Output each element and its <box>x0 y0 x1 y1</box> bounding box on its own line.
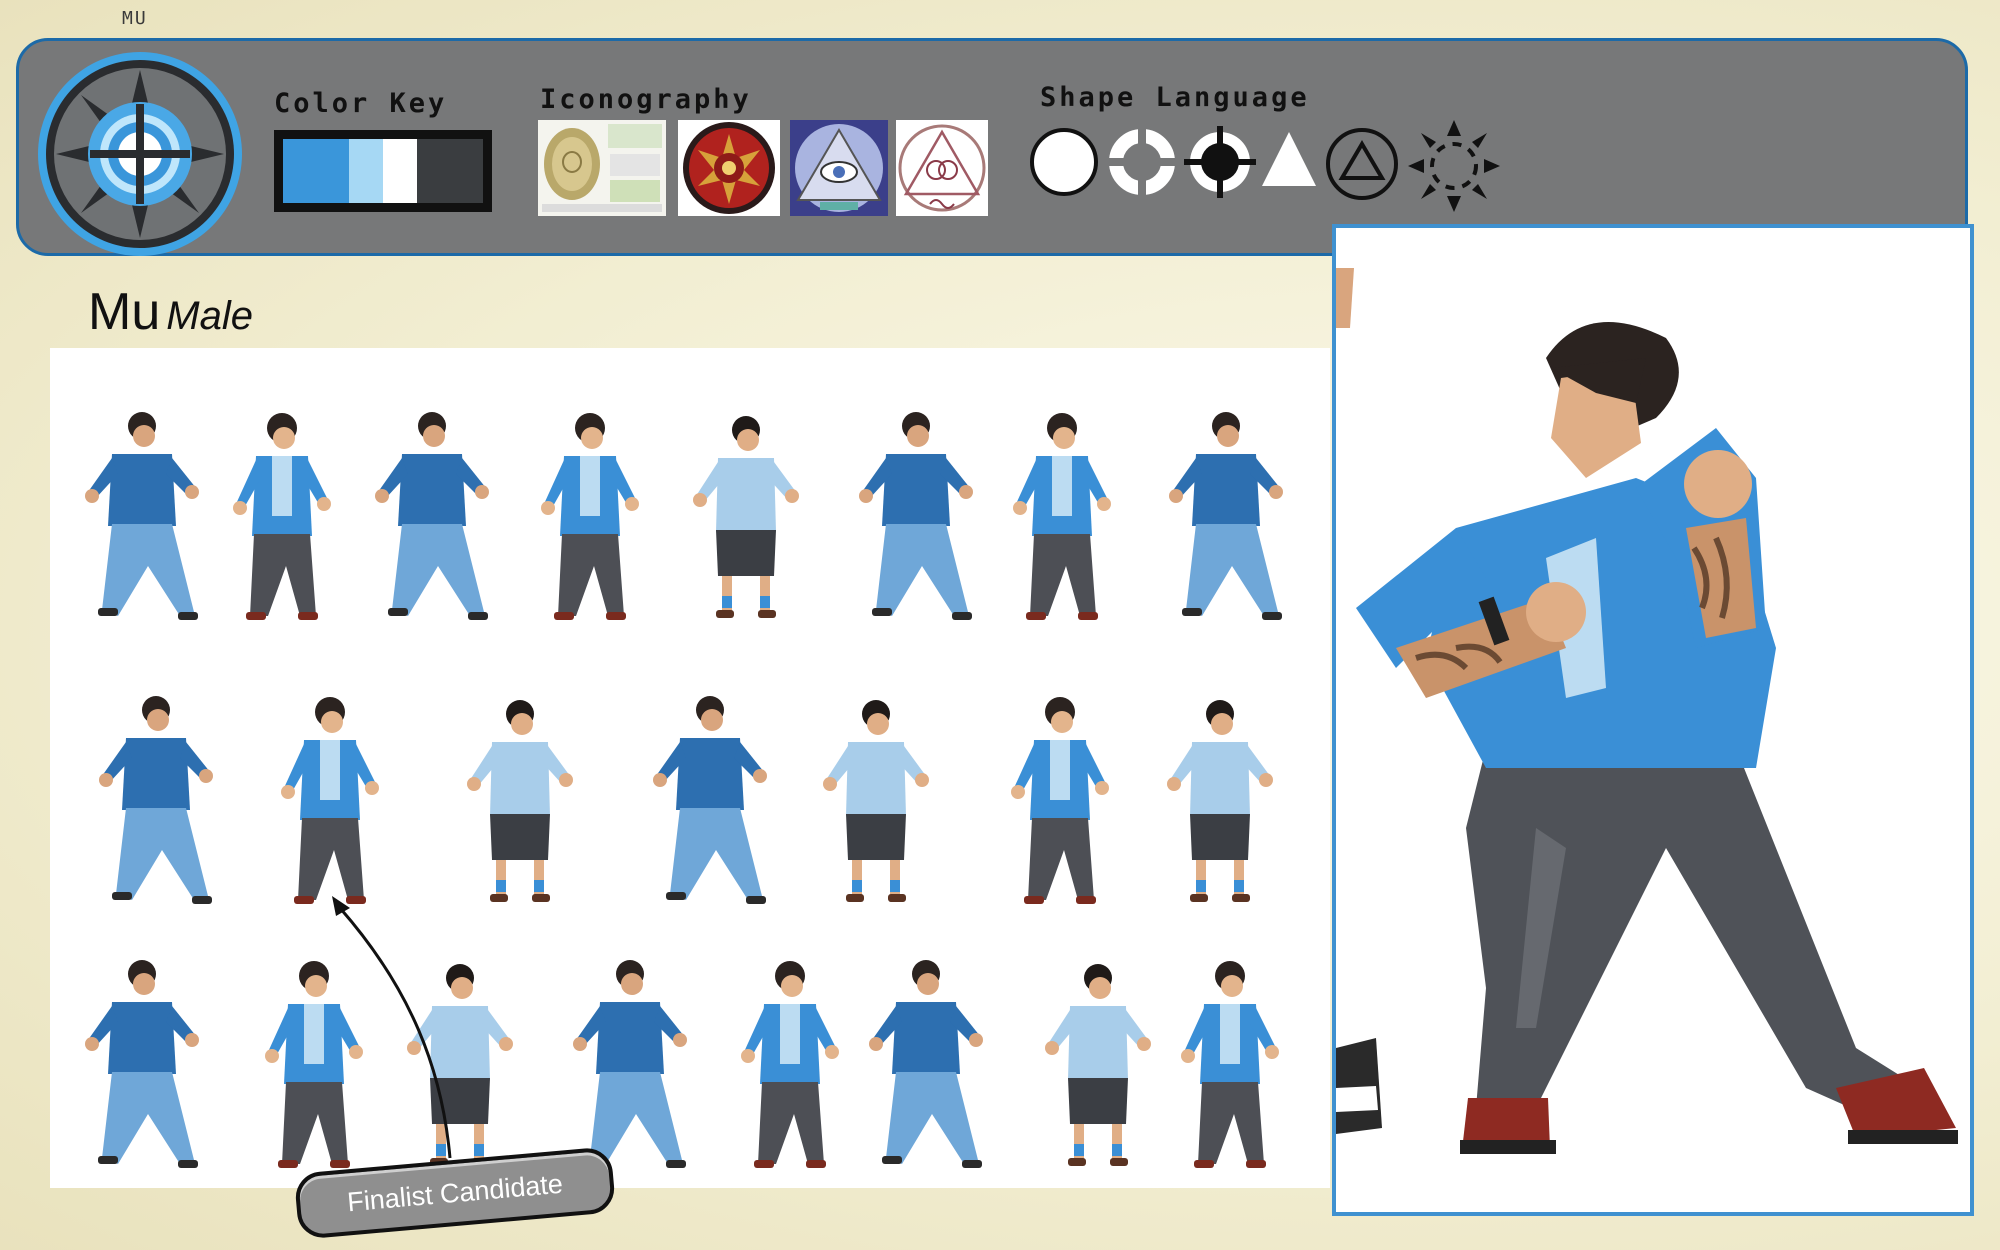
palette-swatch <box>349 139 383 203</box>
concept-figure-grid <box>50 348 1330 1188</box>
iconography-title: Iconography <box>540 84 752 115</box>
watermark: MU <box>122 8 148 29</box>
mandala-icon <box>678 120 780 216</box>
segmented-ring-shape-icon <box>1106 126 1178 198</box>
solid-circle-shape-icon <box>1030 128 1098 196</box>
starburst-shape-icon <box>1408 120 1500 212</box>
color-key-title: Color Key <box>274 88 448 119</box>
mu-emblem-icon <box>38 52 242 256</box>
reference-sheet-icon <box>538 120 666 216</box>
finalist-figure-illustration <box>1336 228 1970 1212</box>
palette-swatch <box>283 139 349 203</box>
all-seeing-eye-icon <box>790 120 888 216</box>
circled-triangle-shape-icon <box>1326 128 1398 200</box>
palette-swatch <box>417 139 483 203</box>
circle-triangle-symbol-icon <box>896 120 988 216</box>
palette-swatch <box>383 139 417 203</box>
page-title: Mu Male <box>88 282 253 342</box>
finalist-detail-panel <box>1332 224 1974 1216</box>
figure-lineup <box>85 412 1283 1168</box>
triangle-shape-icon <box>1262 132 1316 186</box>
subtitle-text: Male <box>166 294 253 338</box>
shape-language-title: Shape Language <box>1040 82 1310 113</box>
crosshair-circle-shape-icon <box>1184 126 1256 198</box>
color-key-palette <box>274 130 492 212</box>
title-text: Mu <box>88 283 161 341</box>
